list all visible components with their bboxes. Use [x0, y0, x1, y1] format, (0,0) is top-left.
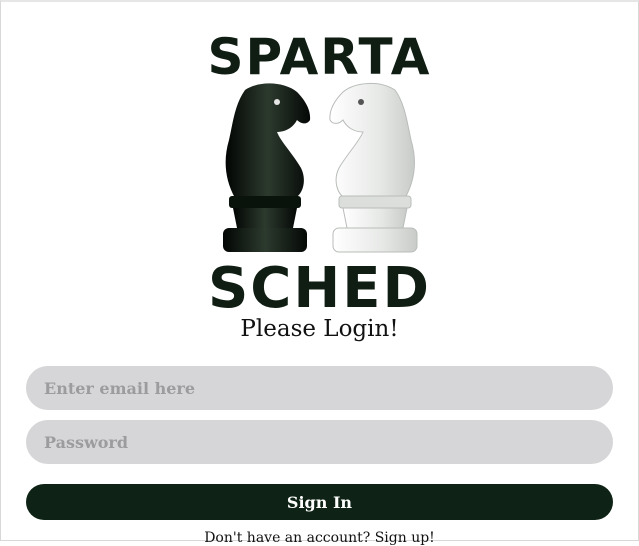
- sparta-sched-logo: SPARTA SCHED: [0, 0, 639, 321]
- email-input[interactable]: [26, 366, 613, 410]
- signup-link[interactable]: Don't have an account? Sign up!: [0, 530, 639, 546]
- sign-in-button[interactable]: Sign In: [26, 484, 613, 520]
- password-input[interactable]: [26, 420, 613, 464]
- logo-word-top: SPARTA: [207, 28, 432, 86]
- logo-word-bottom: SCHED: [207, 256, 432, 321]
- chess-knights-logo: [223, 83, 418, 253]
- white-knight-icon: [329, 83, 418, 253]
- black-knight-icon: [223, 83, 311, 252]
- login-heading: Please Login!: [240, 316, 399, 342]
